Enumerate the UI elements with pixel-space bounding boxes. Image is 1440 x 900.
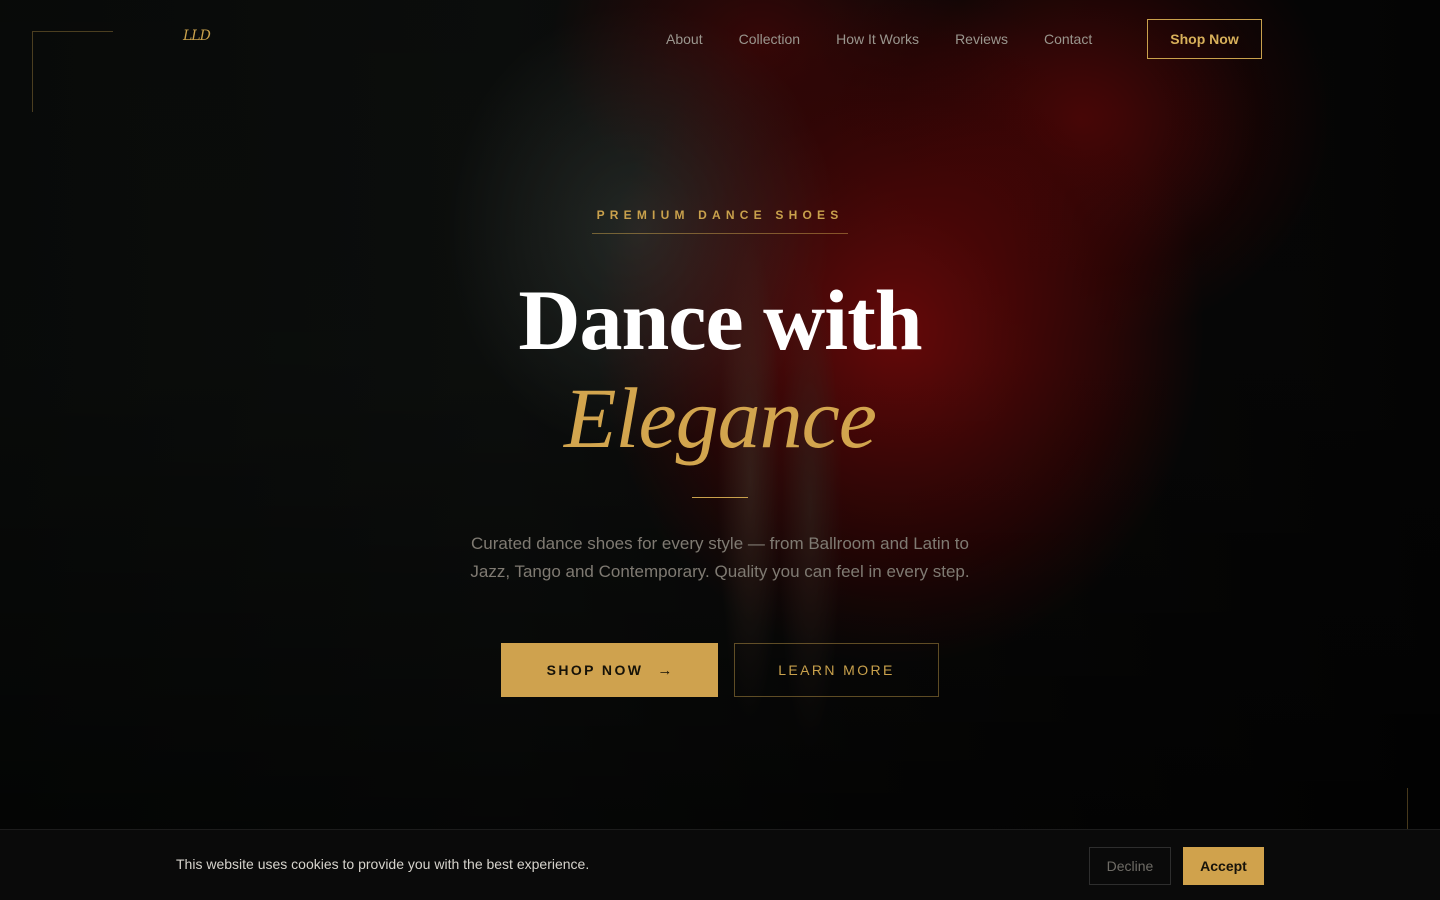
hero-title-line1: Dance with <box>518 272 922 368</box>
cookie-message: This website uses cookies to provide you… <box>176 856 590 872</box>
corner-frame-top-left <box>32 31 113 112</box>
nav-about[interactable]: About <box>666 31 703 47</box>
hero-divider <box>692 497 748 498</box>
hero-title-line2: Elegance <box>564 370 877 466</box>
nav-how-it-works[interactable]: How It Works <box>836 31 919 47</box>
arrow-right-icon: → <box>657 661 673 679</box>
main-nav: About Collection How It Works Reviews Co… <box>666 31 1128 47</box>
corner-frame-bottom-right <box>1407 788 1408 830</box>
cookie-decline-button[interactable]: Decline <box>1089 847 1171 885</box>
shop-now-button[interactable]: SHOP NOW → <box>501 643 718 697</box>
nav-collection[interactable]: Collection <box>739 31 800 47</box>
nav-contact[interactable]: Contact <box>1044 31 1092 47</box>
shop-now-label: SHOP NOW <box>546 662 644 678</box>
learn-more-button[interactable]: LEARN MORE <box>734 643 939 697</box>
hero-subtitle-line2: Jazz, Tango and Contemporary. Quality yo… <box>470 562 970 581</box>
cookie-banner: This website uses cookies to provide you… <box>0 829 1440 900</box>
hero-subtitle-line1: Curated dance shoes for every style — fr… <box>471 534 969 553</box>
hero-subtitle: Curated dance shoes for every style — fr… <box>420 530 1020 586</box>
logo[interactable]: LLD <box>183 28 211 44</box>
cookie-accept-button[interactable]: Accept <box>1183 847 1264 885</box>
nav-reviews[interactable]: Reviews <box>955 31 1008 47</box>
hero-eyebrow: PREMIUM DANCE SHOES <box>592 208 848 234</box>
nav-shop-now-button[interactable]: Shop Now <box>1147 19 1262 59</box>
hero-section: LLD About Collection How It Works Review… <box>0 0 1440 900</box>
